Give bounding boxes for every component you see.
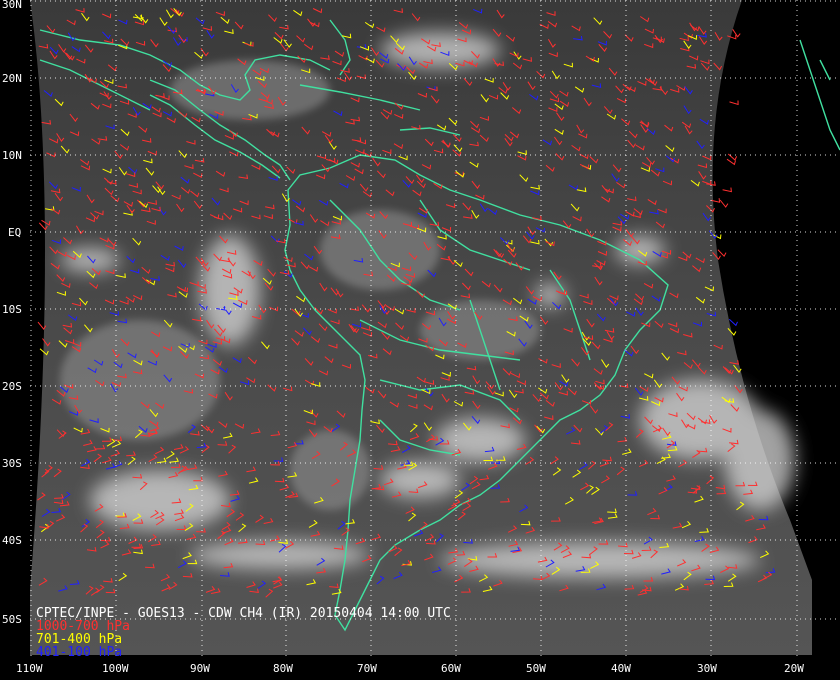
lon-label-60w: 60W [441, 662, 461, 675]
lat-label-10s: 10S [2, 303, 22, 316]
lon-label-50w: 50W [526, 662, 546, 675]
satellite-map: 30N 20N 10N EQ 10S 20S 30S 40S 50S 110W … [0, 0, 840, 680]
lat-label-50s: 50S [2, 613, 22, 626]
lon-label-100w: 100W [102, 662, 129, 675]
lon-label-110w: 110W [16, 662, 43, 675]
lat-label-20n: 20N [2, 72, 22, 85]
lat-label-40s: 40S [2, 534, 22, 547]
pressure-legend: 1000-700 hPa 701-400 hPa 401-100 hPa [36, 619, 130, 660]
lon-label-30w: 30W [697, 662, 717, 675]
lat-label-10n: 10N [2, 149, 22, 162]
lon-label-20w: 20W [784, 662, 804, 675]
wind-barb [719, 199, 729, 208]
lon-label-90w: 90W [190, 662, 210, 675]
lat-label-eq: EQ [8, 226, 21, 239]
lat-label-20s: 20S [2, 380, 22, 393]
wind-barb [722, 187, 732, 193]
lat-label-30s: 30S [2, 457, 22, 470]
wind-barb [717, 249, 727, 258]
wind-barb [728, 318, 738, 327]
lat-label-30n: 30N [2, 0, 22, 11]
wind-barb [729, 100, 739, 106]
latitude-labels: 30N 20N 10N EQ 10S 20S 30S 40S 50S [2, 0, 22, 626]
lon-label-70w: 70W [357, 662, 377, 675]
legend-high-level: 401-100 hPa [36, 645, 122, 660]
map-canvas: 30N 20N 10N EQ 10S 20S 30S 40S 50S 110W … [2, 0, 840, 675]
wind-barb [732, 29, 741, 38]
lon-label-40w: 40W [611, 662, 631, 675]
lon-label-80w: 80W [273, 662, 293, 675]
wind-barb [726, 158, 736, 166]
longitude-labels: 110W 100W 90W 80W 70W 60W 50W 40W 30W 20… [16, 662, 804, 675]
